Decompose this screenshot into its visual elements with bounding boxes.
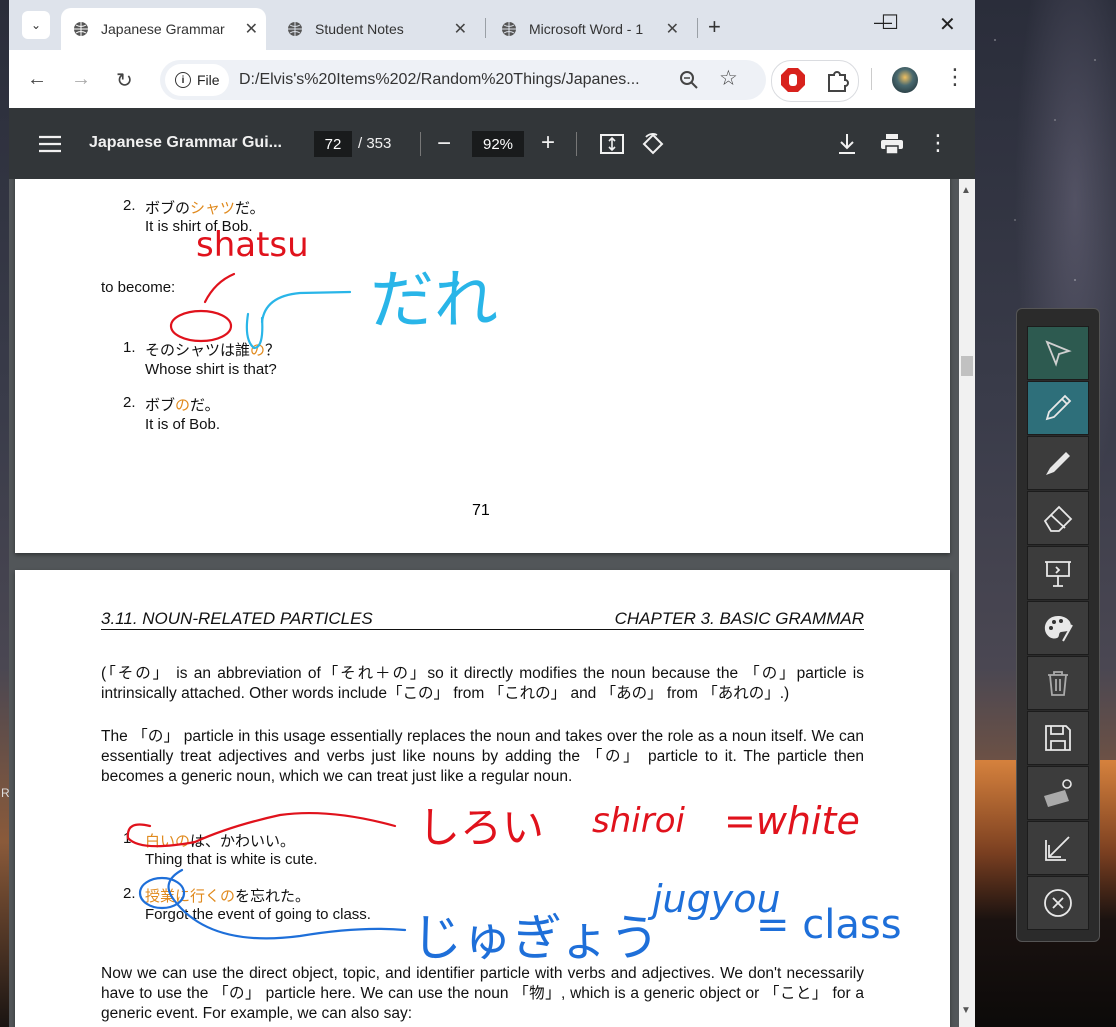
- eraser-tool-button[interactable]: [1027, 491, 1089, 545]
- example-en: Whose shirt is that?: [145, 361, 277, 378]
- toolbar-separator: [871, 68, 872, 90]
- paragraph: The 「の」 particle in this usage essential…: [101, 728, 864, 785]
- close-tab-icon[interactable]: ✕: [454, 19, 467, 39]
- download-icon[interactable]: [837, 133, 857, 155]
- back-arrow-icon[interactable]: ←: [27, 68, 47, 91]
- tab-search-button[interactable]: ⌄: [22, 11, 50, 39]
- bookmark-star-icon[interactable]: ☆: [719, 66, 738, 91]
- zoom-in-icon[interactable]: +: [541, 129, 555, 157]
- pen-icon: [1045, 394, 1072, 421]
- pdf-toolbar: Japanese Grammar Gui... 72 / 353 − 92% +…: [9, 108, 975, 179]
- maximize-icon[interactable]: ☐: [881, 10, 899, 35]
- new-tab-icon[interactable]: +: [708, 14, 721, 40]
- pdf-separator: [576, 132, 577, 156]
- window-close-icon[interactable]: ✕: [939, 12, 956, 37]
- print-icon[interactable]: [880, 133, 904, 155]
- tab-separator: [697, 18, 698, 38]
- paragraph: (「その」 is an abbreviation of「それ＋の」so it d…: [101, 665, 864, 702]
- example-en: It is shirt of Bob.: [145, 218, 253, 235]
- example-en: Forgot the event of going to class.: [145, 906, 371, 923]
- highlighter-tool-button[interactable]: [1027, 436, 1089, 490]
- whiteboard-icon: [1045, 561, 1071, 587]
- whiteboard-tool-button[interactable]: [1027, 546, 1089, 600]
- page-number-input[interactable]: 72: [314, 131, 352, 157]
- pdf-separator: [420, 132, 421, 156]
- chapter-header: CHAPTER 3. BASIC GRAMMAR: [614, 609, 864, 628]
- scroll-thumb[interactable]: [961, 356, 973, 376]
- keyboard-settings-icon: [1044, 779, 1072, 807]
- zoom-search-icon[interactable]: [679, 70, 699, 90]
- tab-separator: [485, 18, 486, 38]
- globe-icon: [74, 22, 88, 36]
- pointer-icon: [1045, 340, 1072, 367]
- adblock-stop-icon[interactable]: [780, 67, 806, 93]
- pdf-title: Japanese Grammar Gui...: [89, 134, 282, 151]
- palette-icon: [1044, 616, 1073, 642]
- collapse-icon: [1045, 836, 1070, 861]
- hamburger-menu-icon[interactable]: [39, 135, 61, 153]
- section-header: 3.11. NOUN-RELATED PARTICLES: [101, 609, 373, 628]
- tab-japanese-grammar[interactable]: Japanese Grammar ✕: [61, 8, 266, 50]
- example-jp: そのシャツは誰の？: [145, 342, 281, 359]
- avatar[interactable]: [892, 67, 918, 93]
- highlighter-icon: [1046, 452, 1070, 475]
- url-text[interactable]: D:/Elvis's%20Items%202/Random%20Things/J…: [239, 71, 664, 89]
- pdf-more-icon[interactable]: ⋮: [927, 130, 949, 156]
- close-tab-icon[interactable]: ✕: [245, 19, 258, 39]
- header-rule: [101, 629, 864, 630]
- example-jp: 授業に行くのを忘れた。: [145, 888, 311, 905]
- example-jp: ボブのだ。: [145, 397, 220, 414]
- pdf-page-71: 2. ボブのシャツだ。 It is shirt of Bob. to becom…: [15, 179, 950, 553]
- forward-arrow-icon[interactable]: →: [71, 68, 91, 91]
- eraser-icon: [1043, 505, 1073, 532]
- info-icon: i: [175, 72, 191, 88]
- tab-strip: ⌄ Japanese Grammar ✕ Student Notes ✕ Mic…: [9, 0, 975, 50]
- pdf-viewer[interactable]: 2. ボブのシャツだ。 It is shirt of Bob. to becom…: [9, 179, 975, 1027]
- scroll-down-icon[interactable]: ▼: [961, 1005, 971, 1016]
- page-number: 71: [472, 502, 490, 519]
- palette-tool-button[interactable]: [1027, 601, 1089, 655]
- ink-tool-panel: [1016, 308, 1100, 942]
- example-jp: 白いのは、かわいい。: [145, 833, 296, 850]
- pen-tool-button[interactable]: [1027, 381, 1089, 435]
- example-jp: ボブのシャツだ。: [145, 200, 265, 217]
- zoom-level-input[interactable]: 92%: [472, 131, 524, 157]
- example-en: Thing that is white is cute.: [145, 851, 318, 868]
- browser-window: ⌄ Japanese Grammar ✕ Student Notes ✕ Mic…: [9, 0, 975, 1027]
- close-circle-icon: [1044, 889, 1072, 917]
- globe-icon: [288, 22, 302, 36]
- globe-icon: [502, 22, 516, 36]
- to-become-text: to become:: [101, 279, 176, 296]
- reload-icon[interactable]: ↻: [116, 68, 133, 93]
- scroll-up-icon[interactable]: ▲: [961, 185, 971, 196]
- keyboard-settings-button[interactable]: [1027, 766, 1089, 820]
- collapse-panel-button[interactable]: [1027, 821, 1089, 875]
- chevron-down-icon: ⌄: [30, 18, 42, 32]
- zoom-out-icon[interactable]: −: [437, 130, 451, 158]
- rotate-icon[interactable]: [641, 132, 665, 156]
- pointer-tool-button[interactable]: [1027, 326, 1089, 380]
- close-panel-button[interactable]: [1027, 876, 1089, 930]
- extensions-puzzle-icon[interactable]: [825, 67, 851, 93]
- site-info-chip[interactable]: i File: [165, 64, 229, 96]
- close-tab-icon[interactable]: ✕: [666, 19, 679, 39]
- tab-student-notes[interactable]: Student Notes ✕: [275, 8, 475, 50]
- pdf-page-72: 3.11. NOUN-RELATED PARTICLES CHAPTER 3. …: [15, 570, 950, 1027]
- save-tool-button[interactable]: [1027, 711, 1089, 765]
- trash-icon: [1048, 671, 1068, 696]
- scrollbar[interactable]: [959, 179, 975, 1027]
- page-total: / 353: [358, 135, 392, 152]
- browser-menu-icon[interactable]: ⋮: [944, 64, 966, 90]
- tab-microsoft-word[interactable]: Microsoft Word - 1 ✕: [489, 8, 687, 50]
- paragraph: Now we can use the direct object, topic,…: [101, 965, 864, 1022]
- example-en: It is of Bob.: [145, 416, 221, 433]
- fit-page-icon[interactable]: [600, 134, 624, 154]
- save-icon: [1045, 725, 1071, 751]
- delete-tool-button[interactable]: [1027, 656, 1089, 710]
